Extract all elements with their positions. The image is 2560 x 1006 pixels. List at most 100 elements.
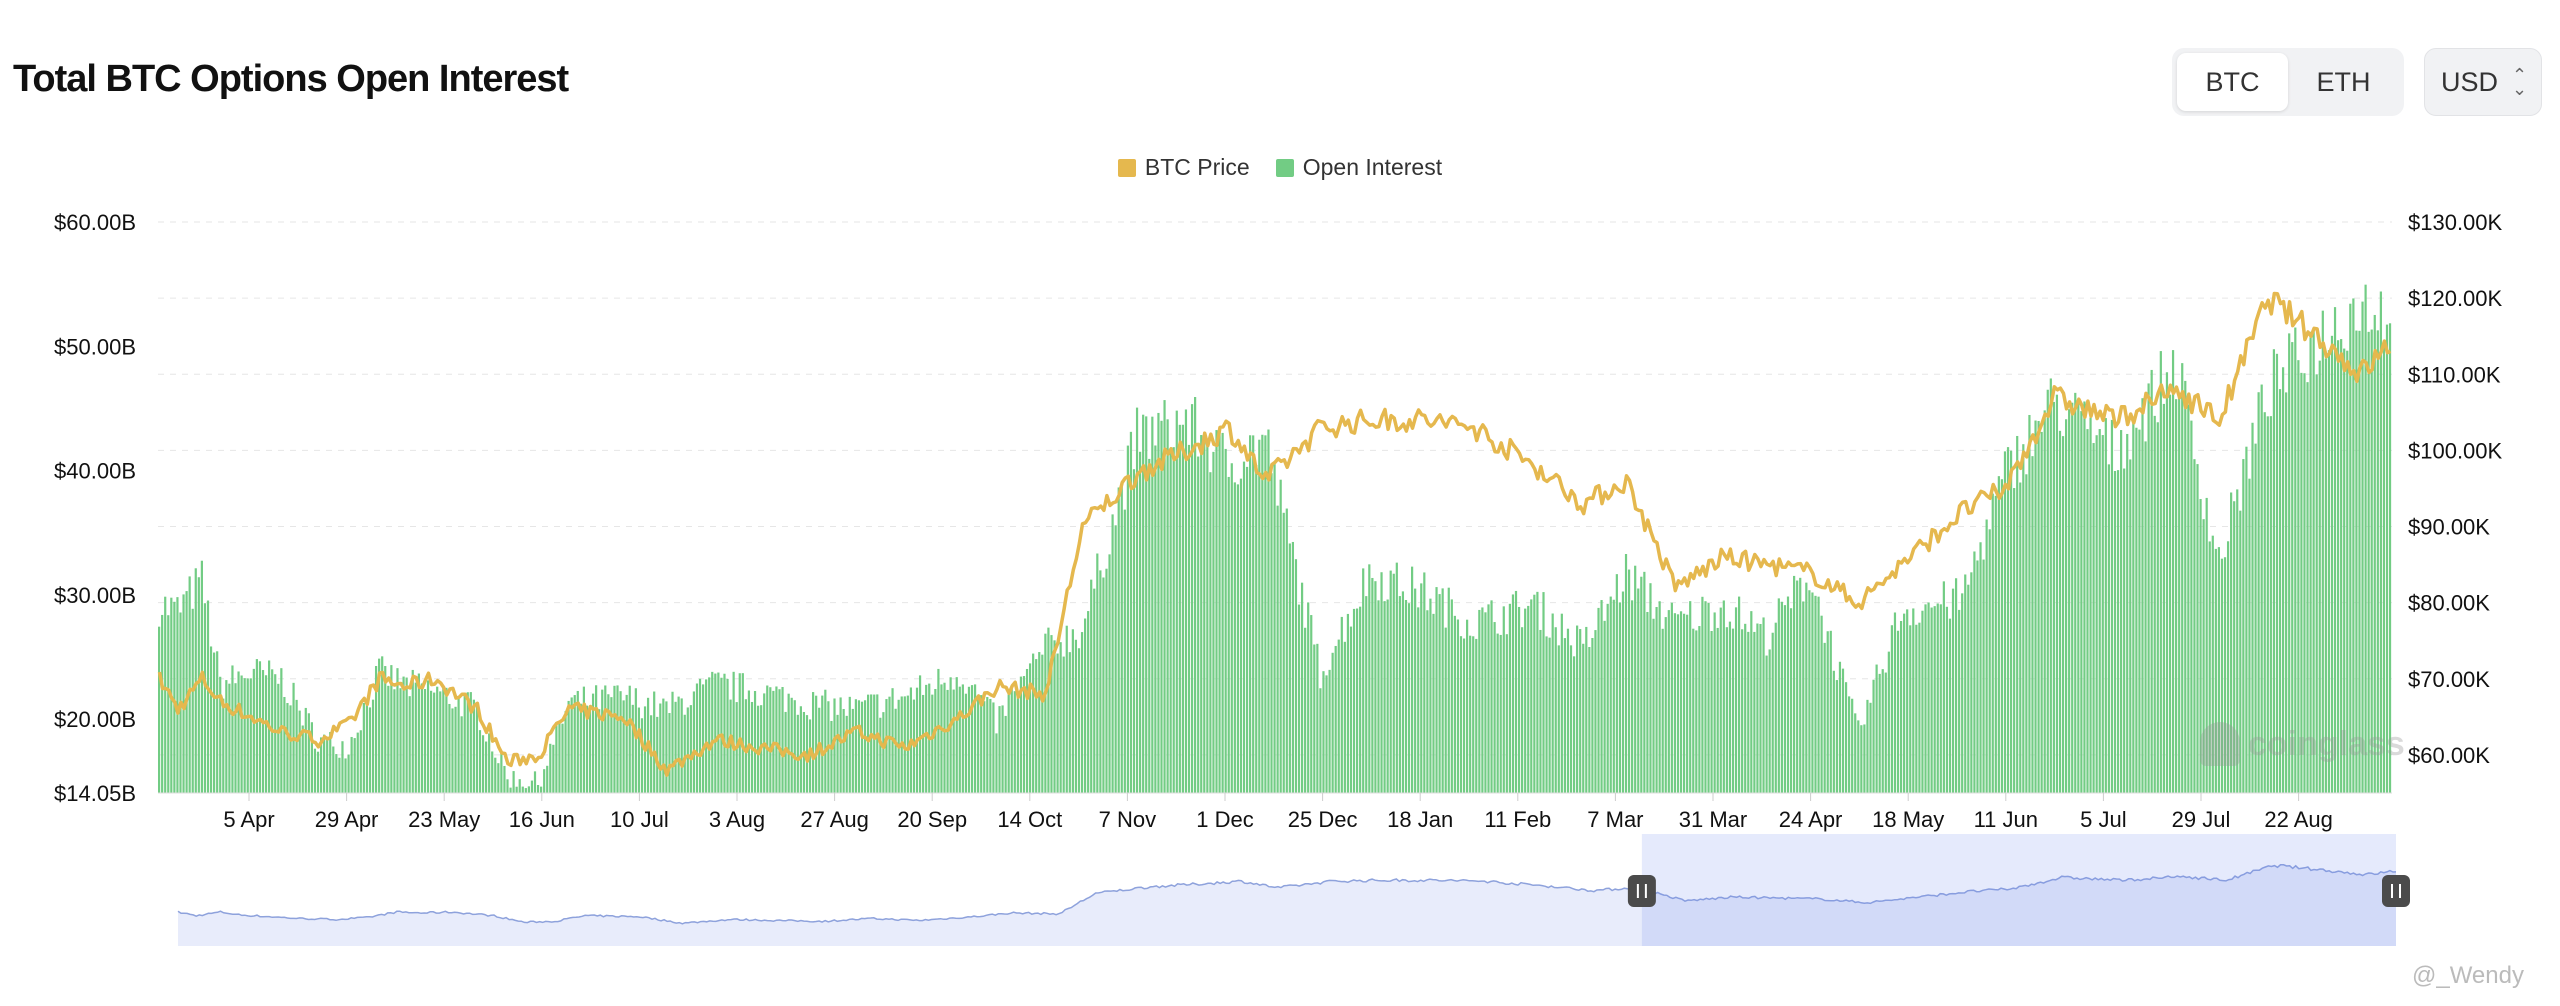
bar-open-interest — [1906, 609, 1909, 793]
bar-open-interest — [194, 568, 197, 793]
bar-open-interest — [836, 714, 839, 793]
bar-open-interest — [1462, 638, 1466, 793]
bar-open-interest — [1056, 653, 1059, 793]
bar-open-interest — [879, 717, 882, 793]
bar-open-interest — [573, 695, 576, 793]
x-tick-label: 11 Feb — [1484, 807, 1551, 832]
bar-open-interest — [1725, 627, 1728, 793]
bar-open-interest — [1074, 639, 1078, 793]
bar-open-interest — [1591, 638, 1594, 793]
bar-open-interest — [1624, 554, 1628, 793]
bar-open-interest — [992, 702, 995, 793]
bar-open-interest — [931, 694, 934, 793]
bar-open-interest — [677, 696, 680, 793]
bar-open-interest — [286, 703, 289, 793]
bar-open-interest — [711, 671, 714, 793]
bar-open-interest — [2065, 419, 2068, 793]
bar-open-interest — [799, 706, 802, 793]
navigator-handle-left[interactable] — [1627, 875, 1656, 907]
bar-open-interest — [1988, 529, 1991, 793]
bar-open-interest — [1236, 484, 1239, 793]
bar-open-interest — [588, 705, 592, 793]
bar-open-interest — [2162, 403, 2165, 793]
bar-open-interest — [225, 680, 228, 793]
bar-open-interest — [1609, 596, 1612, 793]
bar-open-interest — [2156, 422, 2159, 793]
bar-open-interest — [839, 697, 842, 793]
y-left-tick-label: $20.00B — [54, 707, 136, 732]
bar-open-interest — [472, 699, 475, 793]
bar-open-interest — [1349, 626, 1353, 793]
bar-open-interest — [2113, 470, 2117, 793]
bar-open-interest — [812, 692, 815, 793]
bar-open-interest — [701, 684, 705, 793]
bar-open-interest — [1239, 478, 1243, 793]
bar-open-interest — [359, 730, 362, 793]
bar-open-interest — [536, 785, 540, 793]
bar-open-interest — [686, 707, 689, 793]
bar-open-interest — [1780, 601, 1783, 793]
bar-open-interest — [2019, 482, 2022, 793]
bar-open-interest — [1255, 465, 1258, 793]
bar-open-interest — [1536, 591, 1539, 793]
bar-open-interest — [1954, 578, 1958, 793]
bar-open-interest — [1184, 409, 1188, 793]
bar-open-interest — [1566, 628, 1570, 793]
bar-open-interest — [1658, 601, 1661, 793]
bar-open-interest — [1123, 509, 1126, 793]
bar-open-interest — [943, 682, 946, 793]
bar-open-interest — [488, 733, 491, 793]
bar-open-interest — [1939, 604, 1942, 793]
bar-open-interest — [1041, 654, 1044, 793]
bar-open-interest — [1808, 590, 1811, 793]
bar-open-interest — [1786, 596, 1790, 793]
bar-open-interest — [234, 683, 237, 793]
bar-open-interest — [1386, 599, 1389, 793]
bar-open-interest — [1646, 611, 1649, 793]
bar-open-interest — [619, 691, 622, 793]
bar-open-interest — [240, 675, 243, 793]
bar-open-interest — [176, 597, 179, 793]
bar-open-interest — [1860, 725, 1863, 793]
bar-open-interest — [1453, 615, 1456, 793]
bar-open-interest — [1004, 715, 1007, 793]
bar-open-interest — [1279, 479, 1282, 793]
bar-open-interest — [1178, 424, 1181, 793]
bar-open-interest — [396, 668, 399, 793]
bar-open-interest — [2013, 488, 2016, 793]
bar-open-interest — [1227, 476, 1230, 793]
bar-open-interest — [1514, 590, 1518, 793]
bar-open-interest — [1411, 566, 1414, 793]
bar-open-interest — [2101, 435, 2104, 793]
bar-open-interest — [1802, 601, 1805, 793]
bar-open-interest — [2175, 399, 2178, 793]
bar-open-interest — [1429, 598, 1432, 793]
bar-open-interest — [570, 697, 573, 793]
bar-open-interest — [1854, 713, 1857, 793]
bar-open-interest — [845, 715, 848, 793]
bar-open-interest — [316, 751, 320, 793]
bar-open-interest — [628, 685, 631, 793]
bar-open-interest — [1820, 615, 1823, 793]
bar-open-interest — [167, 615, 170, 793]
credit-text: @_Wendy — [2412, 962, 2524, 989]
bar-open-interest — [949, 677, 952, 793]
bar-open-interest — [161, 614, 164, 793]
bar-open-interest — [1108, 554, 1111, 793]
bar-open-interest — [1065, 625, 1068, 793]
bar-open-interest — [604, 685, 607, 793]
y-left-tick-label: $30.00B — [54, 583, 136, 608]
bar-open-interest — [2074, 392, 2077, 793]
bar-open-interest — [1872, 679, 1875, 793]
navigator-handle-right[interactable] — [2382, 875, 2410, 907]
y-right-tick-label: $60.00K — [2408, 743, 2490, 768]
bar-open-interest — [1838, 661, 1842, 793]
bar-open-interest — [2080, 411, 2083, 793]
bar-open-interest — [1459, 636, 1463, 793]
bar-open-interest — [1967, 584, 1970, 793]
bar-open-interest — [512, 771, 515, 793]
bar-open-interest — [1741, 629, 1744, 793]
bar-open-interest — [1649, 583, 1652, 793]
bar-open-interest — [2120, 430, 2123, 793]
bar-open-interest — [439, 691, 442, 793]
